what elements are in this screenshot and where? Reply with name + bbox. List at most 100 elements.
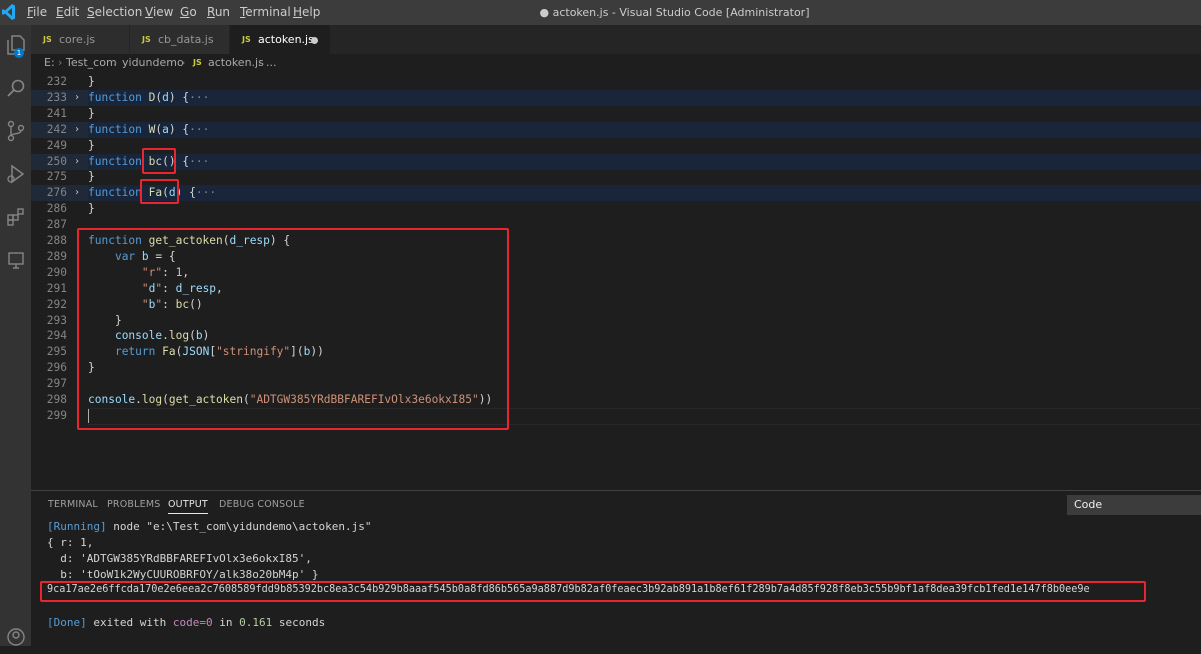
code-line[interactable]: 292 "b": bc()	[31, 297, 1201, 313]
code-text: function D(d) {···	[88, 90, 210, 104]
line-number: 232	[46, 75, 67, 88]
output-line: { r: 1,	[47, 536, 94, 549]
code-text: }	[88, 75, 95, 88]
code-line[interactable]: 297	[31, 376, 1201, 392]
extensions-icon[interactable]	[0, 200, 31, 234]
code-text: "r": 1,	[141, 265, 190, 279]
menu-selection[interactable]: Selection	[87, 0, 142, 25]
explorer-badge: 1	[14, 48, 24, 58]
line-number: 249	[46, 138, 67, 152]
menu-run[interactable]: Run	[207, 0, 230, 25]
code-line[interactable]: 233 › function D(d) {···	[31, 89, 1201, 106]
output-channel-select[interactable]: Code	[1067, 495, 1201, 515]
line-number: 233	[46, 90, 67, 104]
activity-bar: 1	[0, 25, 31, 646]
code-line[interactable]: 288 function get_actoken(d_resp) {	[31, 233, 1201, 249]
tab-actoken-js[interactable]: JS actoken.js	[230, 25, 331, 54]
code-line[interactable]: 294 console.log(b)	[31, 328, 1201, 344]
line-number: 292	[46, 297, 67, 311]
tab-cb-data-js[interactable]: JS cb_data.js	[130, 25, 230, 54]
line-number: 288	[46, 234, 67, 247]
output-line: b: 'tOoW1k2WyCUUROBRFOY/alk38o20bM4p' }	[47, 568, 319, 581]
panel-tab-problems[interactable]: PROBLEMS	[107, 499, 160, 510]
line-number: 287	[46, 218, 67, 232]
breadcrumb-folder[interactable]: Test_com	[66, 54, 117, 72]
fold-chevron-icon[interactable]: ›	[74, 90, 80, 106]
output-hash: 9ca17ae2e6ffcda170e2e6eea2c7608589fdd9b8…	[47, 584, 1090, 595]
menu-file[interactable]: File	[27, 0, 47, 25]
fold-chevron-icon[interactable]: ›	[74, 122, 80, 138]
code-line[interactable]: 289 var b = {	[31, 249, 1201, 265]
breadcrumb-subfolder[interactable]: yidundemo	[122, 54, 184, 72]
line-number: 275	[46, 170, 67, 184]
output-line-done: [Done] exited with code=0 in 0.161 secon…	[47, 616, 326, 629]
explorer-icon[interactable]: 1	[0, 28, 31, 62]
line-number: 295	[46, 345, 67, 359]
remote-explorer-icon[interactable]	[0, 243, 31, 277]
code-line[interactable]: 293 }	[31, 313, 1201, 329]
code-line[interactable]: 242 › function W(a) {···	[31, 121, 1201, 138]
code-text: console.log(b)	[114, 329, 210, 343]
title-bar: File Edit Selection View Go Run Terminal…	[0, 0, 1201, 25]
code-line[interactable]: 290 "r": 1,	[31, 265, 1201, 281]
code-line[interactable]: 298 console.log(get_actoken("ADTGW385YRdB…	[31, 392, 1201, 408]
line-number: 290	[46, 265, 67, 279]
breadcrumb: E: › Test_com › yidundemo › JS actoken.j…	[31, 54, 1201, 72]
run-debug-icon[interactable]	[0, 157, 31, 191]
menu-go[interactable]: Go	[180, 0, 197, 25]
menu-edit[interactable]: Edit	[56, 0, 79, 25]
js-file-icon: JS	[43, 35, 52, 44]
code-line[interactable]: 276 › function Fa(d) {···	[31, 185, 1201, 202]
menu-terminal[interactable]: Terminal	[240, 0, 291, 25]
code-text: "b": bc()	[141, 297, 203, 311]
line-number: 298	[46, 393, 67, 406]
code-line[interactable]: 241}	[31, 106, 1201, 122]
account-icon[interactable]	[0, 620, 31, 654]
editor-tabs: JS core.js JS cb_data.js JS actoken.js	[31, 25, 1201, 54]
code-line[interactable]: 275}	[31, 169, 1201, 185]
code-line[interactable]: 287	[31, 217, 1201, 233]
code-line[interactable]: 249}	[31, 138, 1201, 154]
line-number: 297	[46, 377, 67, 391]
code-text: console.log(get_actoken("ADTGW385YRdBBFA…	[88, 393, 493, 406]
code-text: var b = {	[114, 249, 176, 263]
line-number: 250	[46, 154, 67, 168]
js-file-icon: JS	[193, 58, 202, 67]
panel-tab-output[interactable]: OUTPUT	[168, 499, 208, 514]
unsaved-dot-icon[interactable]	[311, 37, 318, 44]
line-number: 296	[46, 361, 67, 375]
line-number: 293	[46, 313, 67, 327]
output-line-running: [Running] node "e:\Test_com\yidundemo\ac…	[47, 520, 372, 533]
code-line[interactable]: 295 return Fa(JSON["stringify"](b))	[31, 344, 1201, 360]
fold-chevron-icon[interactable]: ›	[74, 154, 80, 170]
code-text: function bc() {···	[88, 154, 210, 168]
menu-view[interactable]: View	[145, 0, 173, 25]
current-line-highlight	[88, 407, 1201, 425]
code-line[interactable]: 296}	[31, 360, 1201, 376]
panel-tab-debug-console[interactable]: DEBUG CONSOLE	[219, 499, 305, 510]
code-editor[interactable]: 232} 233 › function D(d) {··· 241} 242 › functi…	[31, 72, 1201, 490]
code-line[interactable]: 291 "d": d_resp,	[31, 281, 1201, 297]
breadcrumb-symbol[interactable]: ...	[266, 54, 277, 72]
code-line[interactable]: 250 › function bc() {···	[31, 153, 1201, 170]
output-line: d: 'ADTGW385YRdBBFAREFIvOlx3e6okxI85',	[47, 552, 312, 565]
line-number: 299	[46, 408, 67, 422]
search-icon[interactable]	[0, 71, 31, 105]
line-number: 276	[46, 186, 67, 200]
js-file-icon: JS	[142, 35, 151, 44]
line-number: 291	[46, 281, 67, 295]
tab-core-js[interactable]: JS core.js	[31, 25, 130, 54]
code-text: }	[88, 106, 95, 120]
breadcrumb-drive[interactable]: E:	[44, 54, 55, 72]
breadcrumb-file[interactable]: actoken.js	[208, 54, 264, 72]
source-control-icon[interactable]	[0, 114, 31, 148]
fold-chevron-icon[interactable]: ›	[74, 185, 80, 201]
code-text: }	[88, 202, 95, 216]
code-text: }	[88, 313, 122, 327]
menu-help[interactable]: Help	[293, 0, 320, 25]
window-title: ● actoken.js - Visual Studio Code [Admin…	[539, 6, 810, 19]
code-line[interactable]: 232}	[31, 74, 1201, 90]
panel-tab-terminal[interactable]: TERMINAL	[48, 499, 98, 510]
code-line[interactable]: 286}	[31, 201, 1201, 217]
line-number: 286	[46, 202, 67, 216]
